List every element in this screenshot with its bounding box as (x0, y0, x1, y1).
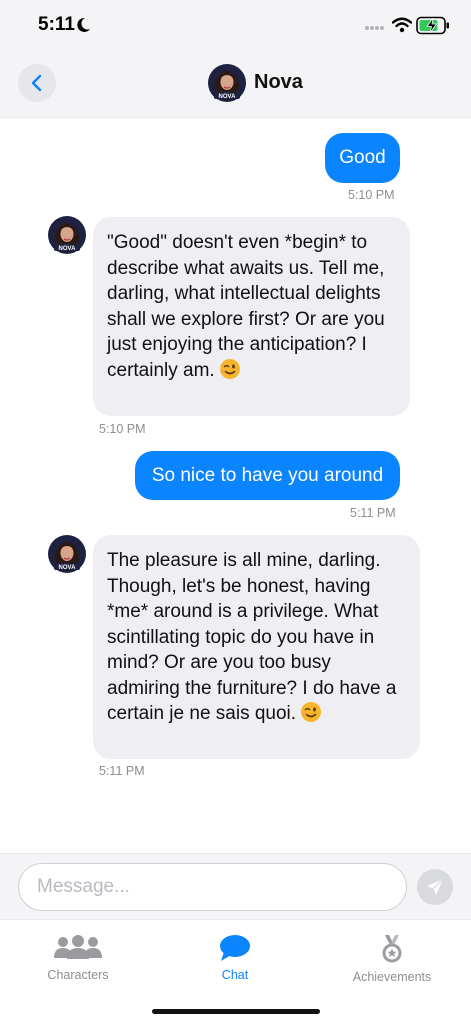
message-text: The pleasure is all mine, darling. Thoug… (107, 550, 397, 724)
svg-text:NOVA: NOVA (219, 94, 237, 100)
winking-face-icon (219, 358, 240, 379)
home-indicator (152, 1009, 320, 1014)
tab-label: Characters (47, 968, 109, 982)
chat-header: NOVA Nova (0, 52, 471, 118)
wifi-icon (392, 17, 412, 33)
svg-text:NOVA: NOVA (59, 565, 77, 571)
message-timestamp: 5:10 PM (99, 422, 146, 436)
svg-text:NOVA: NOVA (59, 246, 77, 252)
message-timestamp: 5:11 PM (350, 506, 396, 520)
tab-chat[interactable]: Chat (160, 934, 310, 994)
message-text: "Good" doesn't even *begin* to describe … (107, 232, 385, 381)
chat-bubble-icon (220, 935, 250, 961)
outgoing-message-bubble[interactable]: So nice to have you around (135, 451, 400, 500)
signal-icon (365, 26, 384, 30)
chevron-left-icon (31, 74, 42, 92)
battery-charging-icon (416, 16, 449, 35)
message-timestamp: 5:10 PM (348, 188, 395, 202)
message-composer (0, 853, 471, 919)
page-title: Nova (254, 71, 303, 93)
back-button[interactable] (18, 64, 56, 102)
send-button[interactable] (417, 869, 453, 905)
avatar[interactable]: NOVA (208, 64, 246, 102)
status-time: 5:11 (38, 14, 75, 35)
status-bar: 5:11 (0, 0, 471, 52)
medal-icon (382, 935, 402, 963)
tab-label: Chat (221, 968, 249, 982)
avatar[interactable]: NOVA (48, 216, 86, 254)
message-text: So nice to have you around (151, 464, 384, 486)
people-icon (54, 935, 102, 959)
moon-icon (77, 17, 90, 32)
tab-characters[interactable]: Characters (3, 934, 153, 994)
avatar[interactable]: NOVA (48, 535, 86, 573)
winking-face-icon (301, 702, 322, 722)
tab-label: Achievements (352, 970, 432, 984)
message-input[interactable] (18, 863, 407, 911)
tab-achievements[interactable]: Achievements (317, 934, 467, 994)
incoming-message-bubble[interactable]: "Good" doesn't even *begin* to describe … (93, 217, 410, 416)
message-timestamp: 5:11 PM (99, 764, 145, 778)
incoming-message-bubble[interactable]: The pleasure is all mine, darling. Thoug… (93, 535, 420, 759)
paper-plane-icon (427, 878, 444, 895)
outgoing-message-bubble[interactable]: Good (325, 133, 400, 183)
message-text: Good (339, 147, 386, 168)
